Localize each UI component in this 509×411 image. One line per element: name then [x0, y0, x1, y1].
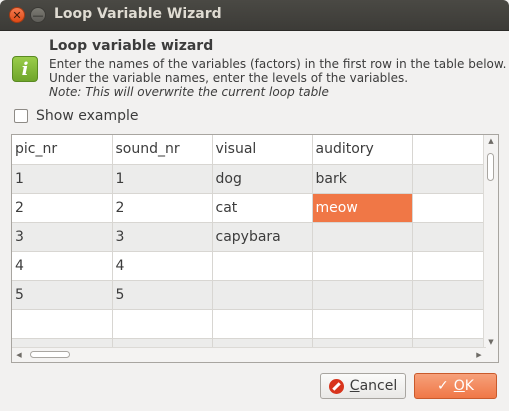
- table-cell[interactable]: 5: [112, 280, 213, 310]
- table-cell[interactable]: [212, 309, 313, 339]
- table-row: [12, 309, 487, 339]
- minimize-window-button[interactable]: —: [30, 7, 46, 23]
- table-cell[interactable]: dog: [212, 164, 313, 194]
- wizard-description: Enter the names of the variables (factor…: [49, 57, 506, 99]
- table-cell[interactable]: [212, 251, 313, 281]
- show-example-label: Show example: [36, 108, 139, 124]
- table-cell[interactable]: 3: [112, 222, 213, 252]
- table-cell[interactable]: bark: [312, 164, 413, 194]
- table-cell[interactable]: [412, 193, 487, 223]
- table-row: 55: [12, 280, 487, 310]
- table-cell[interactable]: auditory: [312, 135, 413, 165]
- table-cell[interactable]: [312, 222, 413, 252]
- horizontal-scrollbar[interactable]: ◀ ▶: [12, 347, 486, 362]
- table-cell[interactable]: [412, 309, 487, 339]
- scroll-left-arrow-icon[interactable]: ◀: [12, 351, 26, 359]
- table-cell[interactable]: 1: [112, 164, 213, 194]
- table-cell[interactable]: meow: [312, 193, 413, 223]
- table-cell[interactable]: [412, 135, 487, 165]
- cancel-label: Cancel: [349, 378, 398, 394]
- table-cell[interactable]: 4: [112, 251, 213, 281]
- table-cell[interactable]: sound_nr: [112, 135, 213, 165]
- horizontal-scroll-thumb[interactable]: [30, 351, 70, 358]
- title-bar[interactable]: ✕ — Loop Variable Wizard: [0, 0, 509, 31]
- table-cell[interactable]: [412, 164, 487, 194]
- table-cell[interactable]: 1: [12, 164, 113, 194]
- table-cell[interactable]: [312, 251, 413, 281]
- table-cell[interactable]: visual: [212, 135, 313, 165]
- description-line-2: Under the variable names, enter the leve…: [49, 71, 409, 85]
- table-cell[interactable]: [112, 309, 213, 339]
- vertical-scrollbar[interactable]: ▲ ▼: [483, 135, 498, 348]
- loop-table: pic_nr sound_nr visual auditory 1 1 dog bark 2 2 c…: [11, 134, 499, 363]
- scroll-corner: [484, 348, 498, 362]
- cancel-icon: [328, 378, 344, 394]
- table-cell[interactable]: [412, 251, 487, 281]
- table-row: 2 2 cat meow: [12, 193, 487, 223]
- table-header-row: pic_nr sound_nr visual auditory: [12, 135, 487, 165]
- table-row: 44: [12, 251, 487, 281]
- ok-label: OK: [453, 378, 474, 394]
- table-cell[interactable]: [12, 309, 113, 339]
- table-cell[interactable]: 3: [12, 222, 113, 252]
- table-row: 3 3 capybara: [12, 222, 487, 252]
- table-cell[interactable]: [312, 280, 413, 310]
- ok-button[interactable]: ✓ OK: [414, 373, 497, 399]
- loop-table-grid: pic_nr sound_nr visual auditory 1 1 dog bark 2 2 c…: [12, 135, 487, 362]
- table-cell[interactable]: [312, 309, 413, 339]
- scroll-down-arrow-icon[interactable]: ▼: [484, 338, 498, 346]
- scroll-up-arrow-icon[interactable]: ▲: [484, 137, 498, 145]
- table-cell[interactable]: 2: [12, 193, 113, 223]
- checkmark-icon: ✓: [437, 378, 449, 394]
- show-example-checkbox[interactable]: [14, 109, 28, 123]
- vertical-scroll-thumb[interactable]: [487, 153, 494, 181]
- table-cell[interactable]: capybara: [212, 222, 313, 252]
- table-cell[interactable]: 4: [12, 251, 113, 281]
- table-cell[interactable]: [412, 222, 487, 252]
- dialog-window: ✕ — Loop Variable Wizard i Loop variable…: [0, 0, 509, 411]
- table-cell[interactable]: cat: [212, 193, 313, 223]
- table-cell[interactable]: [412, 280, 487, 310]
- table-cell[interactable]: 5: [12, 280, 113, 310]
- table-row: 1 1 dog bark: [12, 164, 487, 194]
- description-line-1: Enter the names of the variables (factor…: [49, 57, 507, 71]
- wizard-heading: Loop variable wizard: [49, 38, 214, 54]
- description-note: Note: This will overwrite the current lo…: [49, 85, 329, 99]
- window-title: Loop Variable Wizard: [54, 6, 222, 22]
- table-cell[interactable]: [212, 280, 313, 310]
- info-icon: i: [12, 56, 38, 82]
- show-example-toggle[interactable]: Show example: [14, 108, 138, 124]
- table-cell[interactable]: 2: [112, 193, 213, 223]
- close-window-button[interactable]: ✕: [9, 7, 25, 23]
- table-cell[interactable]: pic_nr: [12, 135, 113, 165]
- cancel-button[interactable]: Cancel: [320, 373, 406, 399]
